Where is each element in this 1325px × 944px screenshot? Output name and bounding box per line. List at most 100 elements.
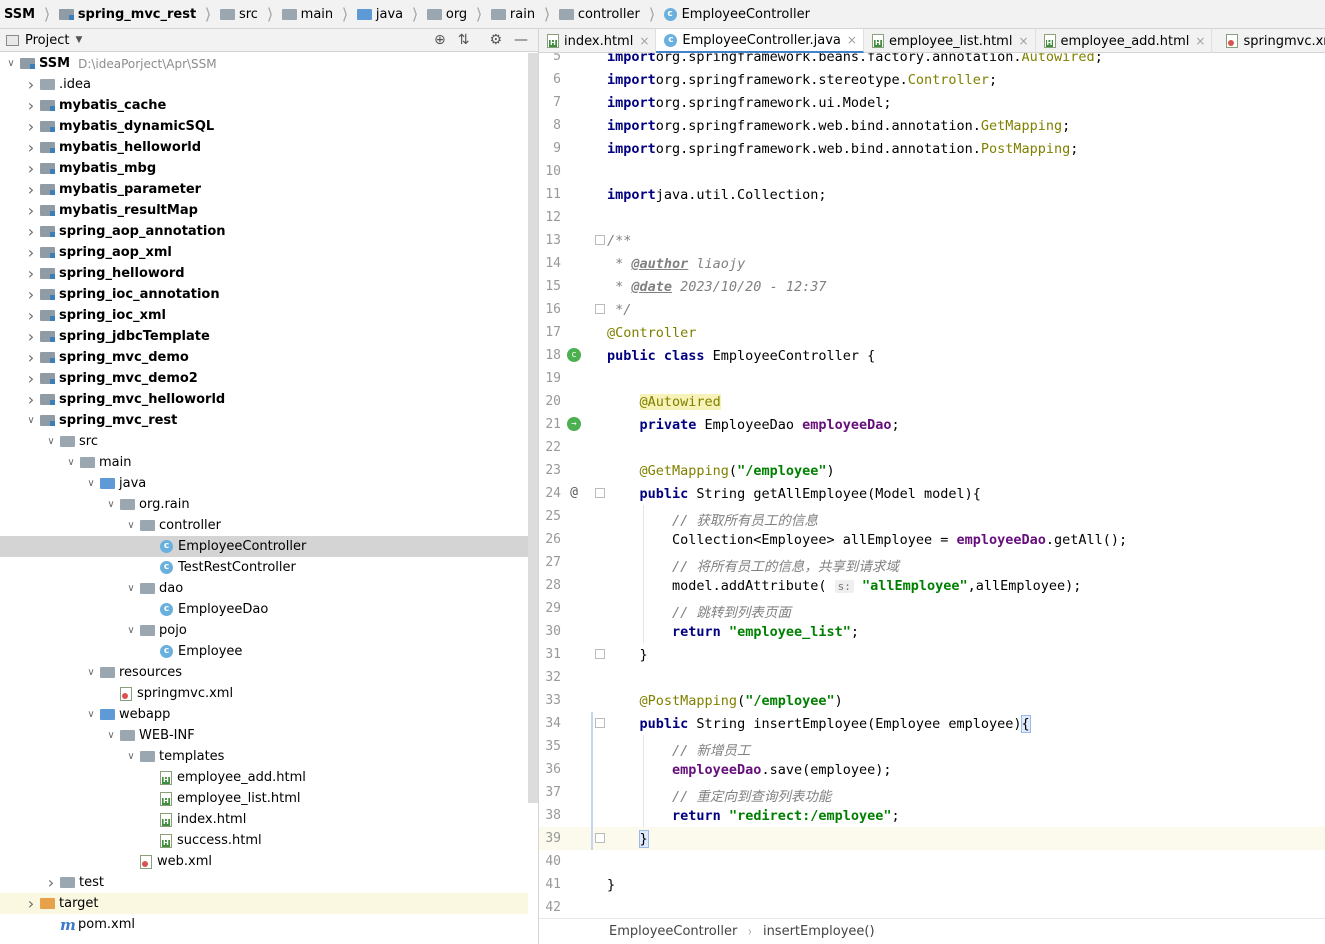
tree-item[interactable]: ›.idea — [0, 74, 528, 95]
code-line[interactable]: 25 // 获取所有员工的信息 — [539, 505, 1325, 528]
fold-marker-icon[interactable] — [595, 235, 605, 245]
collapsed-arrow-icon[interactable]: › — [22, 201, 40, 220]
tree-item[interactable]: ›mybatis_helloworld — [0, 137, 528, 158]
code-line[interactable]: 11importjava.util.Collection; — [539, 183, 1325, 206]
code-line[interactable]: 36 employeeDao.save(employee); — [539, 758, 1325, 781]
breadcrumb-item[interactable]: spring_mvc_rest — [55, 0, 200, 29]
code-line[interactable]: 10 — [539, 160, 1325, 183]
tree-item[interactable]: ∨src — [0, 431, 528, 452]
collapsed-arrow-icon[interactable]: › — [22, 369, 40, 388]
code-line[interactable]: 15 * @date 2023/10/20 - 12:37 — [539, 275, 1325, 298]
collapsed-arrow-icon[interactable]: › — [22, 327, 40, 346]
tree-item[interactable]: cTestRestController — [0, 557, 528, 578]
close-icon[interactable]: × — [1018, 34, 1028, 48]
tree-item[interactable]: ›spring_helloword — [0, 263, 528, 284]
expanded-arrow-icon[interactable]: ∨ — [102, 730, 120, 741]
tree-item[interactable]: ∨webapp — [0, 704, 528, 725]
collapsed-arrow-icon[interactable]: › — [42, 873, 60, 892]
tree-item[interactable]: ∨dao — [0, 578, 528, 599]
code-line[interactable]: 30 return "employee_list"; — [539, 620, 1325, 643]
code-line[interactable]: 21→ private EmployeeDao employeeDao; — [539, 413, 1325, 436]
collapsed-arrow-icon[interactable]: › — [22, 96, 40, 115]
tree-item[interactable]: ›target — [0, 893, 528, 914]
collapsed-arrow-icon[interactable]: › — [22, 138, 40, 157]
code-line[interactable]: 22 — [539, 436, 1325, 459]
collapse-all-icon[interactable]: ⇅ — [458, 32, 470, 48]
tree-item[interactable]: ›spring_aop_xml — [0, 242, 528, 263]
tree-item[interactable]: ›mybatis_resultMap — [0, 200, 528, 221]
tree-item[interactable]: ›test — [0, 872, 528, 893]
code-line[interactable]: 28 model.addAttribute( s: "allEmployee",… — [539, 574, 1325, 597]
expanded-arrow-icon[interactable]: ∨ — [122, 751, 140, 762]
tree-item[interactable]: ∨java — [0, 473, 528, 494]
code-line[interactable]: 26 Collection<Employee> allEmployee = em… — [539, 528, 1325, 551]
editor-tab[interactable]: employee_list.html× — [864, 29, 1036, 53]
code-line[interactable]: 23 @GetMapping("/employee") — [539, 459, 1325, 482]
tree-item[interactable]: ›spring_aop_annotation — [0, 221, 528, 242]
tree-item[interactable]: ›mybatis_parameter — [0, 179, 528, 200]
code-line[interactable]: 19 — [539, 367, 1325, 390]
collapsed-arrow-icon[interactable]: › — [22, 180, 40, 199]
tree-item[interactable]: ›mybatis_cache — [0, 95, 528, 116]
collapsed-arrow-icon[interactable]: › — [22, 285, 40, 304]
close-icon[interactable]: × — [847, 33, 857, 47]
tree-item[interactable]: success.html — [0, 830, 528, 851]
expanded-arrow-icon[interactable]: ∨ — [82, 478, 100, 489]
tree-item[interactable]: springmvc.xml — [0, 683, 528, 704]
breadcrumb-item[interactable]: controller — [555, 0, 644, 29]
collapsed-arrow-icon[interactable]: › — [22, 264, 40, 283]
expanded-arrow-icon[interactable]: ∨ — [2, 58, 20, 69]
tree-item[interactable]: ∨main — [0, 452, 528, 473]
tree-item[interactable]: ∨SSMD:\ideaPorject\Apr\SSM — [0, 53, 528, 74]
code-line[interactable]: 9importorg.springframework.web.bind.anno… — [539, 137, 1325, 160]
chevron-down-icon[interactable]: ▼ — [75, 35, 82, 45]
editor-tab[interactable]: springmvc.xml× — [1212, 29, 1325, 53]
code-line[interactable]: 32 — [539, 666, 1325, 689]
locate-icon[interactable]: ⊕ — [434, 32, 446, 48]
code-line[interactable]: 37 // 重定向到查询列表功能 — [539, 781, 1325, 804]
breadcrumb-item[interactable]: main — [278, 0, 337, 29]
expanded-arrow-icon[interactable]: ∨ — [82, 709, 100, 720]
autowired-navigate-icon[interactable]: → — [567, 417, 581, 431]
expanded-arrow-icon[interactable]: ∨ — [22, 415, 40, 426]
code-line[interactable]: 31 } — [539, 643, 1325, 666]
code-line[interactable]: 17@Controller — [539, 321, 1325, 344]
collapsed-arrow-icon[interactable]: › — [22, 894, 40, 913]
gear-icon[interactable]: ⚙ — [489, 32, 502, 48]
fold-marker-icon[interactable] — [595, 649, 605, 659]
tree-item[interactable]: ›spring_mvc_demo — [0, 347, 528, 368]
code-line[interactable]: 24@ public String getAllEmployee(Model m… — [539, 482, 1325, 505]
tree-item[interactable]: cEmployeeController — [0, 536, 528, 557]
breadcrumb-item[interactable]: src — [216, 0, 262, 29]
tree-item[interactable]: ∨pojo — [0, 620, 528, 641]
breadcrumb-item[interactable]: java — [353, 0, 407, 29]
tree-item[interactable]: ›spring_mvc_demo2 — [0, 368, 528, 389]
collapsed-arrow-icon[interactable]: › — [22, 348, 40, 367]
collapsed-arrow-icon[interactable]: › — [22, 222, 40, 241]
fold-marker-icon[interactable] — [595, 488, 605, 498]
tree-item[interactable]: cEmployeeDao — [0, 599, 528, 620]
tree-item[interactable]: employee_add.html — [0, 767, 528, 788]
close-icon[interactable]: × — [639, 34, 649, 48]
tree-item[interactable]: employee_list.html — [0, 788, 528, 809]
expanded-arrow-icon[interactable]: ∨ — [122, 520, 140, 531]
code-editor[interactable]: 5importorg.springframework.beans.factory… — [539, 53, 1325, 918]
breadcrumb-item[interactable]: rain — [487, 0, 539, 29]
tree-item[interactable]: ∨spring_mvc_rest — [0, 410, 528, 431]
editor-tab[interactable]: cEmployeeController.java× — [656, 29, 864, 53]
code-line[interactable]: 38 return "redirect:/employee"; — [539, 804, 1325, 827]
fold-marker-icon[interactable] — [595, 304, 605, 314]
tree-item[interactable]: mpom.xml — [0, 914, 528, 935]
breadcrumb-item[interactable]: org — [423, 0, 471, 29]
tree-item[interactable]: ›mybatis_mbg — [0, 158, 528, 179]
code-line[interactable]: 39 } — [539, 827, 1325, 850]
collapsed-arrow-icon[interactable]: › — [22, 159, 40, 178]
tree-item[interactable]: web.xml — [0, 851, 528, 872]
tree-item[interactable]: ∨WEB-INF — [0, 725, 528, 746]
collapsed-arrow-icon[interactable]: › — [22, 117, 40, 136]
tree-item[interactable]: ›spring_mvc_helloworld — [0, 389, 528, 410]
expanded-arrow-icon[interactable]: ∨ — [102, 499, 120, 510]
project-view-selector[interactable]: Project — [25, 33, 69, 48]
tree-item[interactable]: ∨resources — [0, 662, 528, 683]
expanded-arrow-icon[interactable]: ∨ — [122, 625, 140, 636]
